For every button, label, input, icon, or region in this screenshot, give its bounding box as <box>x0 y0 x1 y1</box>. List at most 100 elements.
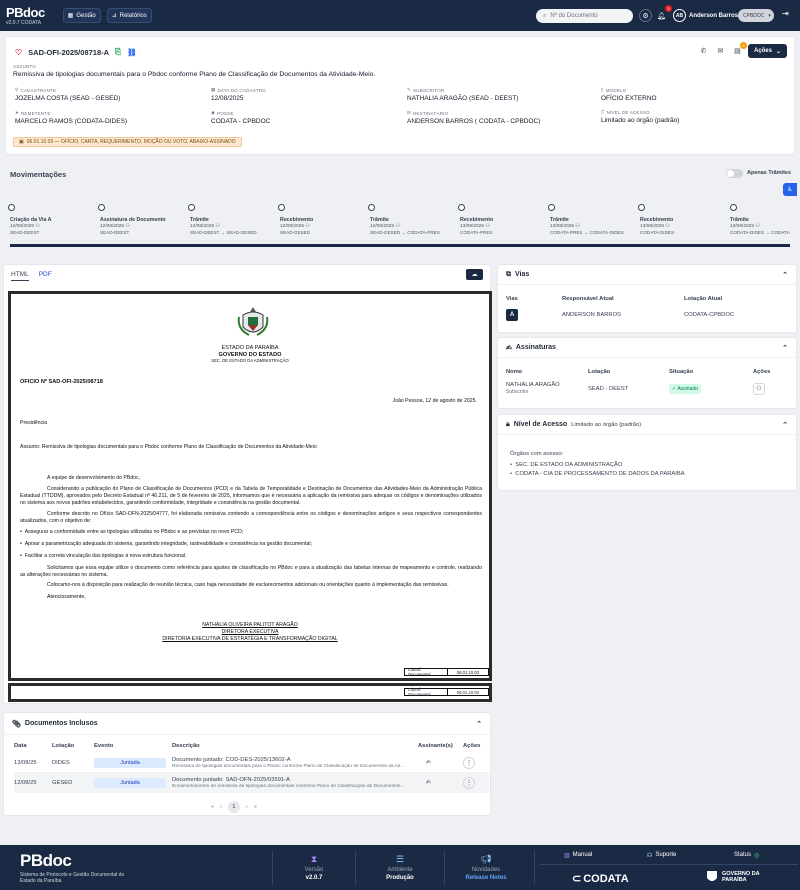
row-actions-button[interactable]: ⋮ <box>463 777 475 789</box>
last-page-button[interactable]: » <box>254 804 257 810</box>
timeline-item[interactable]: Recebimento 12/08/2025 ⚇ SEAD-GESED <box>278 204 368 235</box>
chevron-up-icon[interactable]: ⌃ <box>476 720 482 728</box>
attachments-button[interactable]: ▤ 2 <box>731 41 747 58</box>
tab-pdf[interactable]: PDF <box>39 271 52 281</box>
doc-title[interactable]: Documento juntado: COD-DES-2025/13602-A <box>172 757 418 763</box>
chevron-up-icon[interactable]: ⌃ <box>782 344 788 352</box>
timeline-dot <box>98 204 105 211</box>
signer-details-button[interactable]: ⚇ <box>753 382 765 395</box>
apenas-tramites-label: Apenas Trâmites <box>747 170 792 176</box>
status-link[interactable]: Status ◎ <box>734 852 759 859</box>
col-header: Lotação Atual <box>684 296 723 302</box>
timeline-date: 13/08/2025 <box>640 224 665 229</box>
timeline-org: SEAD-GESED <box>280 230 311 235</box>
manual-link[interactable]: ▥ Manual <box>564 852 592 859</box>
timeline-org: SEAD-GESED → CODATA-PRES <box>370 230 440 235</box>
timeline-org: CODATA-PRES → CODATA-DIDES <box>550 230 624 235</box>
timeline-event: Assinatura de Documento <box>100 217 166 223</box>
footer-novidades[interactable]: 📢︎ Novidades Release Notes <box>454 845 518 890</box>
timeline-item[interactable]: Trâmite 12/08/2025 ⚇ SEAD-DEEST → SEAD-G… <box>188 204 278 235</box>
assunto-label: ASSUNTO <box>13 64 37 69</box>
timeline-org: CODATA-DIDES <box>640 230 675 235</box>
assinaturas-header[interactable]: ✍︎ Assinaturas ⌃ <box>498 338 796 358</box>
timeline-item[interactable]: Recebimento 13/08/2025 ⚇ CODATA-DIDES <box>638 204 728 235</box>
document-viewer-panel: HTML PDF ☁ ESTADO DA PARAÍBA GOVERNO DO … <box>3 264 492 704</box>
chevron-up-icon[interactable]: ⌃ <box>782 421 788 429</box>
field-remetente: ➤ REMETENTE MARCELO RAMOS (CODATA-DIDES) <box>15 110 127 125</box>
suporte-link[interactable]: ☊ Suporte <box>647 852 676 859</box>
user-icon: ⚲ <box>15 87 19 92</box>
settings-button[interactable]: ⚙ <box>639 9 652 22</box>
signers-icon[interactable]: ✍︎ <box>418 760 463 766</box>
lotacao-cell: GESED <box>52 780 73 786</box>
shield-icon: ⛉ <box>601 110 605 115</box>
nivel-acesso-header[interactable]: 🔒︎ Nível de Acesso Limitado ao órgão (pa… <box>498 415 796 435</box>
timeline-item[interactable]: Assinatura de Documento 12/08/2025 ⚇ SEA… <box>98 204 188 235</box>
timeline-date: 12/08/2025 <box>100 224 125 229</box>
docs-title: Documentos Inclusos <box>24 720 98 727</box>
document-code: SAD-OFI-2025/08718-A <box>28 47 110 57</box>
person-icon: ⚇ <box>125 224 130 229</box>
person-icon: ⚇ <box>665 224 670 229</box>
pbdoc-logo[interactable]: PBdoc v2.0.7 CODATA <box>6 6 45 26</box>
letter-subject: Assunto: Remissiva de tipologias documen… <box>20 444 317 450</box>
footer-divider <box>540 864 798 865</box>
notifications-button[interactable]: 🔔︎ 3 <box>655 5 672 22</box>
file-icon: ▯ <box>601 87 604 92</box>
signer-role: Subscritor <box>506 389 529 395</box>
more-vertical-icon: ⋮ <box>465 780 473 787</box>
timeline-dot <box>8 204 15 211</box>
logout-button[interactable]: ⇥ <box>782 9 789 18</box>
release-notes-link[interactable]: Release Notes <box>465 875 506 881</box>
row-actions-button[interactable]: ⋮ <box>463 756 475 769</box>
apenas-tramites-toggle[interactable] <box>726 169 743 178</box>
documentos-inclusos-header[interactable]: 📎︎ Documentos Inclusos ⌃ <box>4 713 490 735</box>
bullet-text: Facilitar a correta vinculação das tipol… <box>24 553 187 559</box>
footer-divider <box>534 851 535 884</box>
via-badge[interactable]: A <box>506 309 518 321</box>
tab-html[interactable]: HTML <box>11 271 29 281</box>
signer-lotacao: SEAD - DEEST <box>588 385 629 392</box>
signers-icon[interactable]: ✍︎ <box>418 780 463 786</box>
field-data-cadastro: ▦ DATA DO CADASTRO 12/08/2025 <box>211 87 266 102</box>
header-actions: ✆ ✉ ▤ 2 Ações ⌄ <box>697 41 787 58</box>
vias-header[interactable]: ⧉ Vias ⌃ <box>498 265 796 285</box>
prev-page-button[interactable]: ‹ <box>220 804 222 810</box>
nivel-acesso-card: 🔒︎ Nível de Acesso Limitado ao órgão (pa… <box>497 414 797 491</box>
timeline-item[interactable]: Trâmite 13/08/2025 ⚇ CODATA-DIDES → CODA… <box>730 204 798 235</box>
classification-box: Classif. Documental 06.01.10.03 <box>404 667 489 677</box>
document-search-input[interactable]: ⌕ Nº do Documento <box>536 9 633 23</box>
email-button[interactable]: ✉ <box>714 45 727 58</box>
timeline-item[interactable]: Trâmite 13/08/2025 ⚇ CODATA-PRES → CODAT… <box>548 204 638 235</box>
phone-button[interactable]: ✆ <box>697 45 710 58</box>
table-row[interactable]: 13/08/25 DIDES Juntada Documento juntado… <box>14 753 489 773</box>
user-menu[interactable]: AB Anderson Barros <box>673 9 738 22</box>
nav-relatorios-button[interactable]: ⊿ Relatórios <box>106 8 152 23</box>
table-row[interactable]: 12/08/25 GESED Juntada Documento juntado… <box>14 773 489 793</box>
favorite-heart-icon[interactable]: ♡ <box>15 48 22 57</box>
accessibility-button[interactable]: ♿︎ <box>783 183 797 196</box>
current-page[interactable]: 1 <box>227 801 240 813</box>
timeline-item[interactable]: Trâmite 12/08/2025 ⚇ SEAD-GESED → CODATA… <box>368 204 458 235</box>
acoes-dropdown-button[interactable]: Ações ⌄ <box>747 44 787 58</box>
timeline-dot <box>368 204 375 211</box>
chevron-up-icon[interactable]: ⌃ <box>782 271 788 279</box>
timeline-org: CODATA-PRES <box>460 230 493 235</box>
timeline-date: 13/08/2025 <box>460 224 485 229</box>
timeline-line <box>10 244 790 247</box>
next-page-button[interactable]: › <box>246 804 248 810</box>
nav-gestao-button[interactable]: ▦ Gestão <box>62 8 101 23</box>
timeline-date: 12/08/2025 <box>280 224 305 229</box>
cloud-download-button[interactable]: ☁ <box>466 269 483 280</box>
first-page-button[interactable]: « <box>211 804 214 810</box>
nav-relatorios-label: Relatórios <box>119 12 147 19</box>
doc-title[interactable]: Documento juntado: SAD-OFN-2025/03591-A <box>172 777 418 783</box>
link-icon[interactable]: ⛓ <box>127 48 137 57</box>
org-selector[interactable]: CPBDOC ▾ <box>738 9 774 22</box>
timeline-dot <box>458 204 465 211</box>
timeline-item[interactable]: Recebimento 13/08/2025 ⚇ CODATA-PRES <box>458 204 548 235</box>
field-label: REMETENTE <box>20 110 51 116</box>
copy-icon[interactable]: ⎘ <box>115 47 121 57</box>
timeline-item[interactable]: Criação da Via A 12/08/2025 ⚇ SEAD-DEEST <box>8 204 98 235</box>
suporte-label: Suporte <box>655 852 677 858</box>
